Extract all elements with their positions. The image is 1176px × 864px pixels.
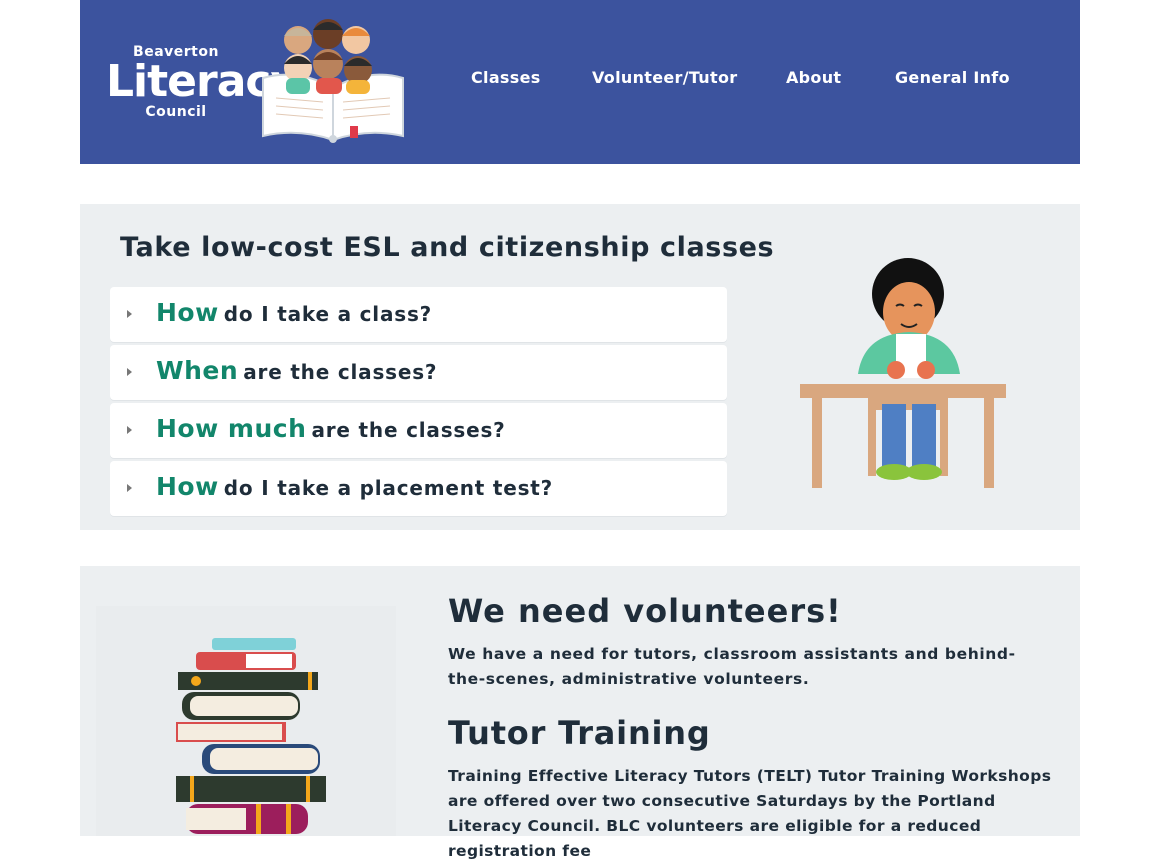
caret-right-icon [127, 368, 132, 376]
caret-right-icon [127, 484, 132, 492]
site-header: Beaverton Literacy Council Classes Volun… [80, 0, 1080, 164]
faq-question: When are the classes? [156, 356, 437, 385]
faq-text: are the classes? [243, 360, 438, 384]
volunteers-intro: We have a need for tutors, classroom ass… [448, 645, 1016, 688]
stacked-books-illustration [176, 638, 326, 834]
faq-item[interactable]: How do I take a class? [110, 287, 727, 342]
student-at-desk-illustration [800, 258, 1006, 488]
classes-section: Take low-cost ESL and citizenship classe… [80, 204, 1080, 530]
caret-right-icon [127, 310, 132, 318]
volunteers-heading: We need volunteers! [448, 592, 842, 630]
faq-emphasis: When [156, 356, 239, 385]
volunteer-section: We need volunteers! We have a need for t… [80, 566, 1080, 860]
site-logo[interactable]: Beaverton Literacy Council [106, 44, 299, 120]
faq-accordion: How do I take a class? When are the clas… [110, 287, 727, 519]
faq-text: are the classes? [311, 418, 506, 442]
faq-text: do I take a class? [223, 302, 433, 326]
logo-main-text: Literacy [106, 56, 299, 107]
caret-right-icon [127, 426, 132, 434]
classes-title: Take low-cost ESL and citizenship classe… [120, 232, 775, 263]
faq-emphasis: How [156, 472, 219, 501]
faq-question: How do I take a class? [156, 298, 432, 327]
nav-about[interactable]: About [786, 68, 841, 87]
nav-general-info[interactable]: General Info [895, 68, 1010, 87]
faq-item[interactable]: How much are the classes? [110, 403, 727, 458]
tutor-training-text: Training Effective Literacy Tutors (TELT… [448, 767, 1052, 860]
faq-question: How do I take a placement test? [156, 472, 553, 501]
books-illustration-frame [96, 606, 396, 836]
faq-emphasis: How [156, 298, 219, 327]
faq-emphasis: How much [156, 414, 307, 443]
nav-classes[interactable]: Classes [471, 68, 541, 87]
nav-volunteer-tutor[interactable]: Volunteer/Tutor [592, 68, 737, 87]
faq-item[interactable]: When are the classes? [110, 345, 727, 400]
tutor-training-heading: Tutor Training [448, 714, 711, 752]
logo-book-children-illustration [262, 19, 404, 143]
faq-item[interactable]: How do I take a placement test? [110, 461, 727, 516]
faq-text: do I take a placement test? [223, 476, 554, 500]
faq-question: How much are the classes? [156, 414, 506, 443]
